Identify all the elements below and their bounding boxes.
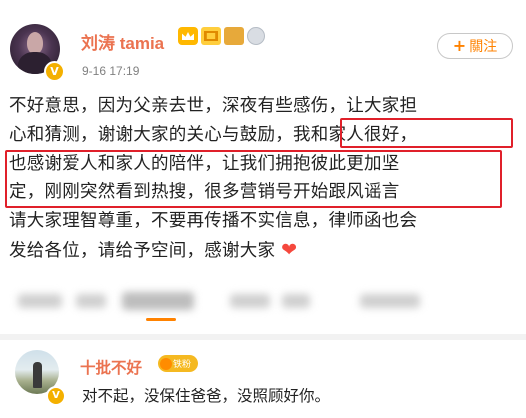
repost-action-blurred[interactable] [18, 294, 62, 308]
highlight-box-1 [340, 118, 513, 148]
active-tab-indicator [146, 318, 176, 321]
follow-label: 關注 [469, 39, 498, 55]
post-line-text: 发给各位，请给予空间，感谢大家 [9, 240, 282, 261]
fan-badge-icon [160, 357, 172, 370]
post-line: 不好意思，因为父亲去世，深夜有些感伤，让大家担 [9, 96, 418, 116]
post-username[interactable]: 刘涛 tamia [81, 29, 164, 54]
post-line: 请大家理智尊重，不要再传播不实信息，律师函也会 [9, 211, 418, 232]
activity-badge-icon[interactable] [224, 27, 244, 45]
medal-badge-icon[interactable] [247, 27, 265, 45]
highlight-box-2 [5, 150, 502, 208]
avatar-figure [33, 362, 42, 388]
comment-text: 对不起，没保住爸爸，没照顾好你。 [82, 387, 331, 405]
fan-badge[interactable]: 铁粉 [158, 355, 198, 372]
movie-badge-icon[interactable] [201, 27, 221, 45]
repost-count-blurred [76, 294, 106, 308]
comment-verified-badge-icon: V [46, 386, 66, 406]
weibo-post: V 刘涛 tamia 9-16 17:19 + 關注 不好意思，因为父亲去世，深… [0, 0, 526, 330]
plus-icon: + [452, 36, 467, 55]
share-action-blurred[interactable] [360, 294, 420, 308]
follow-button[interactable]: + 關注 [437, 33, 513, 59]
vip-crown-icon[interactable] [178, 27, 198, 45]
fan-badge-label: 铁粉 [173, 360, 192, 370]
verified-badge-icon: V [44, 61, 65, 82]
heart-emoji-icon: ❤ [281, 238, 298, 261]
post-line: 发给各位，请给予空间，感谢大家 ❤ [9, 236, 521, 266]
like-count-blurred [282, 294, 310, 308]
user-badges [178, 27, 265, 45]
section-divider [0, 334, 526, 340]
post-timestamp: 9-16 17:19 [82, 64, 140, 78]
like-action-blurred[interactable] [230, 294, 270, 308]
comment-username[interactable]: 十批不好 [80, 356, 142, 378]
comment-action-blurred[interactable] [122, 292, 194, 310]
avatar-face [27, 32, 43, 54]
post-actions-bar [0, 288, 526, 316]
